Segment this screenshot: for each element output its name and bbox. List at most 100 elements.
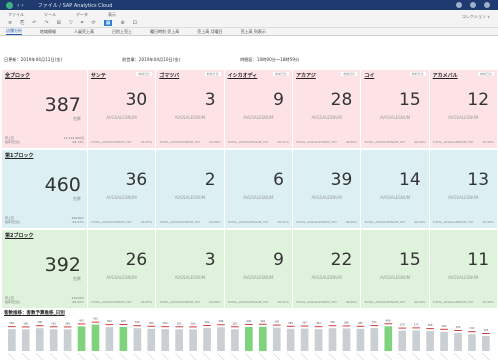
axis-tick-label <box>300 352 308 361</box>
bar[interactable] <box>175 329 183 351</box>
bar[interactable] <box>286 328 295 351</box>
compare-badge: 前前日比 <box>341 72 358 76</box>
toolbar-icon-9[interactable]: ⊕ <box>120 20 124 26</box>
toolbar-icon-7[interactable]: ⟳ <box>92 20 96 26</box>
block-summary[interactable]: 全ブロック 387 名数 売上高 11,414,900円 前年同日比 98.74% <box>2 70 88 148</box>
bar[interactable] <box>217 327 225 351</box>
kpi-cell[interactable]: 14 AVGSALESNUM TOTAL_AVGSALESNUM_YOY 96.00% <box>361 150 430 228</box>
bar[interactable] <box>482 336 490 351</box>
bar[interactable] <box>189 329 197 351</box>
toolbar-icon-3[interactable]: ↷ <box>44 20 48 26</box>
bar[interactable] <box>35 328 44 351</box>
kpi-cell[interactable]: 6 AVGSALESNUM TOTAL_AVGSALESNUM_YOY 95.93% <box>225 150 293 228</box>
toolbar-icon-10[interactable]: ⊡ <box>133 20 137 26</box>
yoy-value: 96.00% <box>414 220 426 224</box>
kpi-cell[interactable]: ゴマツバ 前前日比 3 AVGSALESNUM TOTAL_AVGSALESNUM_YO… <box>156 70 225 148</box>
cell-footer: TOTAL_AVGSALESNUM_YOY 96.00% <box>364 140 425 144</box>
bar[interactable] <box>245 327 253 351</box>
kpi-cell[interactable]: アカアジ 前前日比 28 AVGSALESNUM TOTAL_AVGSALESNUM_Y… <box>293 70 362 148</box>
kpi-cell[interactable]: 9 AVGSALESNUM TOTAL_AVGSALESNUM_YOY 95.93% <box>225 230 293 308</box>
bar[interactable] <box>91 324 100 351</box>
footer-label: 前年同日比 <box>5 220 21 224</box>
bar[interactable] <box>203 327 211 351</box>
bar[interactable] <box>105 327 114 351</box>
bar[interactable] <box>328 328 337 351</box>
toolbar-icon-0[interactable]: ≡ <box>8 20 12 26</box>
collection-dropdown[interactable]: コレクション ∨ <box>462 14 490 20</box>
kpi-cell[interactable]: 2 AVGSALESNUM TOTAL_AVGSALESNUM_YOY 94.86% <box>156 150 225 228</box>
bar[interactable] <box>412 330 421 351</box>
toolbar-icon-2[interactable]: ↶ <box>32 20 36 26</box>
bar[interactable] <box>21 329 30 351</box>
kpi-cell[interactable]: 22 AVGSALESNUM TOTAL_AVGSALESNUM_YOY 98.82% <box>293 230 362 308</box>
bar[interactable] <box>258 326 267 351</box>
toolbar-icon-5[interactable]: ▽ <box>69 20 73 26</box>
tab-3[interactable]: 日別上売上 <box>112 29 132 35</box>
nav-arrows[interactable]: ‹ › <box>17 2 24 9</box>
kpi-cell[interactable]: イシカオディ 前前日比 9 AVGSALESNUM TOTAL_AVGSALESNUM_… <box>225 70 293 148</box>
kpi-cell[interactable]: 13 AVGSALESNUM TOTAL_AVGSALESNUM_YOY 95.06% <box>430 150 498 228</box>
tab-2[interactable]: 人員売上高 <box>74 29 94 35</box>
bar[interactable] <box>63 329 72 351</box>
user-avatar-icon[interactable] <box>484 2 490 8</box>
block-name[interactable]: 第1ブロック <box>5 152 84 159</box>
chart-title[interactable]: 客数推移：客数予算推移_日別 <box>4 310 65 316</box>
kpi-cell[interactable]: 15 AVGSALESNUM TOTAL_AVGSALESNUM_YOY 96.00% <box>361 230 430 308</box>
toolbar-icon-1[interactable]: ⎘ <box>20 20 24 26</box>
tab-1[interactable]: 地域情報 <box>40 29 56 35</box>
bar[interactable] <box>370 328 379 351</box>
kpi-cell[interactable]: コイ 前前日比 15 AVGSALESNUM TOTAL_AVGSALESNUM_YOY… <box>361 70 430 148</box>
block-summary[interactable]: 第2ブロック 392 名数 売上高 214,063 前年同日比 96.32% <box>2 230 88 308</box>
toolbar-icon-4[interactable]: ⊞ <box>57 20 61 26</box>
tab-6[interactable]: 売上高 列表示 <box>241 29 266 35</box>
kpi-cell[interactable]: 26 AVGSALESNUM TOTAL_AVGSALESNUM_YOY 95.55% <box>88 230 157 308</box>
tab-0[interactable]: 店舗分析 <box>6 28 22 35</box>
kpi-cell[interactable]: 36 AVGSALESNUM TOTAL_AVGSALESNUM_YOY 95.55% <box>88 150 157 228</box>
bar[interactable] <box>426 331 434 351</box>
notification-icon[interactable] <box>470 2 476 8</box>
budget-marker <box>328 325 337 327</box>
bar[interactable] <box>8 329 16 351</box>
toolbar-icon-6[interactable]: ⌗ <box>81 20 84 26</box>
tab-5[interactable]: 売上高 月曜日 <box>197 29 222 35</box>
footer-value: 95.47% <box>72 220 84 224</box>
bar[interactable] <box>231 329 239 351</box>
kpi-cell[interactable]: サンテ 前前日比 30 AVGSALESNUM TOTAL_AVGSALESNUM_YO… <box>88 70 157 148</box>
bar[interactable] <box>272 327 281 351</box>
yoy-value: 95.55% <box>140 140 153 144</box>
axis-tick-label <box>454 352 462 361</box>
bar[interactable] <box>454 333 462 351</box>
bar[interactable] <box>161 329 170 351</box>
kpi-cell[interactable]: 3 AVGSALESNUM TOTAL_AVGSALESNUM_YOY 94.86% <box>156 230 225 308</box>
yoy-label: TOTAL_AVGSALESNUM_YOY <box>159 220 201 224</box>
bar[interactable] <box>49 329 58 351</box>
kpi-cell[interactable]: 39 AVGSALESNUM TOTAL_AVGSALESNUM_YOY 98.82% <box>293 150 362 228</box>
axis-tick-label <box>217 352 225 361</box>
toolbar-icon-8[interactable]: ▦ <box>103 20 113 26</box>
block-value: 387 <box>44 94 81 116</box>
bar[interactable] <box>133 328 142 351</box>
measure-label: AVGSALESNUM <box>243 275 274 280</box>
bar[interactable] <box>77 326 86 351</box>
block-name[interactable]: 全ブロック <box>5 72 84 79</box>
bar[interactable] <box>342 328 351 351</box>
axis-tick-label <box>91 352 99 361</box>
bar[interactable] <box>356 328 365 351</box>
tab-4[interactable]: 曜日時別 売上高 <box>150 29 179 35</box>
kpi-cell[interactable]: 11 AVGSALESNUM TOTAL_AVGSALESNUM_YOY 95.06% <box>430 230 498 308</box>
bar[interactable] <box>300 328 309 351</box>
cell-footer: TOTAL_AVGSALESNUM_YOY 94.86% <box>159 140 220 144</box>
block-name[interactable]: 第2ブロック <box>5 232 84 239</box>
bar[interactable] <box>398 330 407 351</box>
bar[interactable] <box>440 331 448 351</box>
bar[interactable] <box>468 334 476 351</box>
bar[interactable] <box>314 329 323 351</box>
bar[interactable] <box>384 326 393 351</box>
axis-tick-label <box>63 352 71 361</box>
block-summary[interactable]: 第1ブロック 460 名数 売上高 299,867 前年同日比 95.47% <box>2 150 88 228</box>
yoy-value: 95.06% <box>482 220 495 224</box>
kpi-cell[interactable]: アカメバル 前前日比 12 AVGSALESNUM TOTAL_AVGSALESNUM_… <box>430 70 498 148</box>
search-icon[interactable] <box>456 2 462 8</box>
bar[interactable] <box>119 327 128 351</box>
bar[interactable] <box>147 328 156 351</box>
